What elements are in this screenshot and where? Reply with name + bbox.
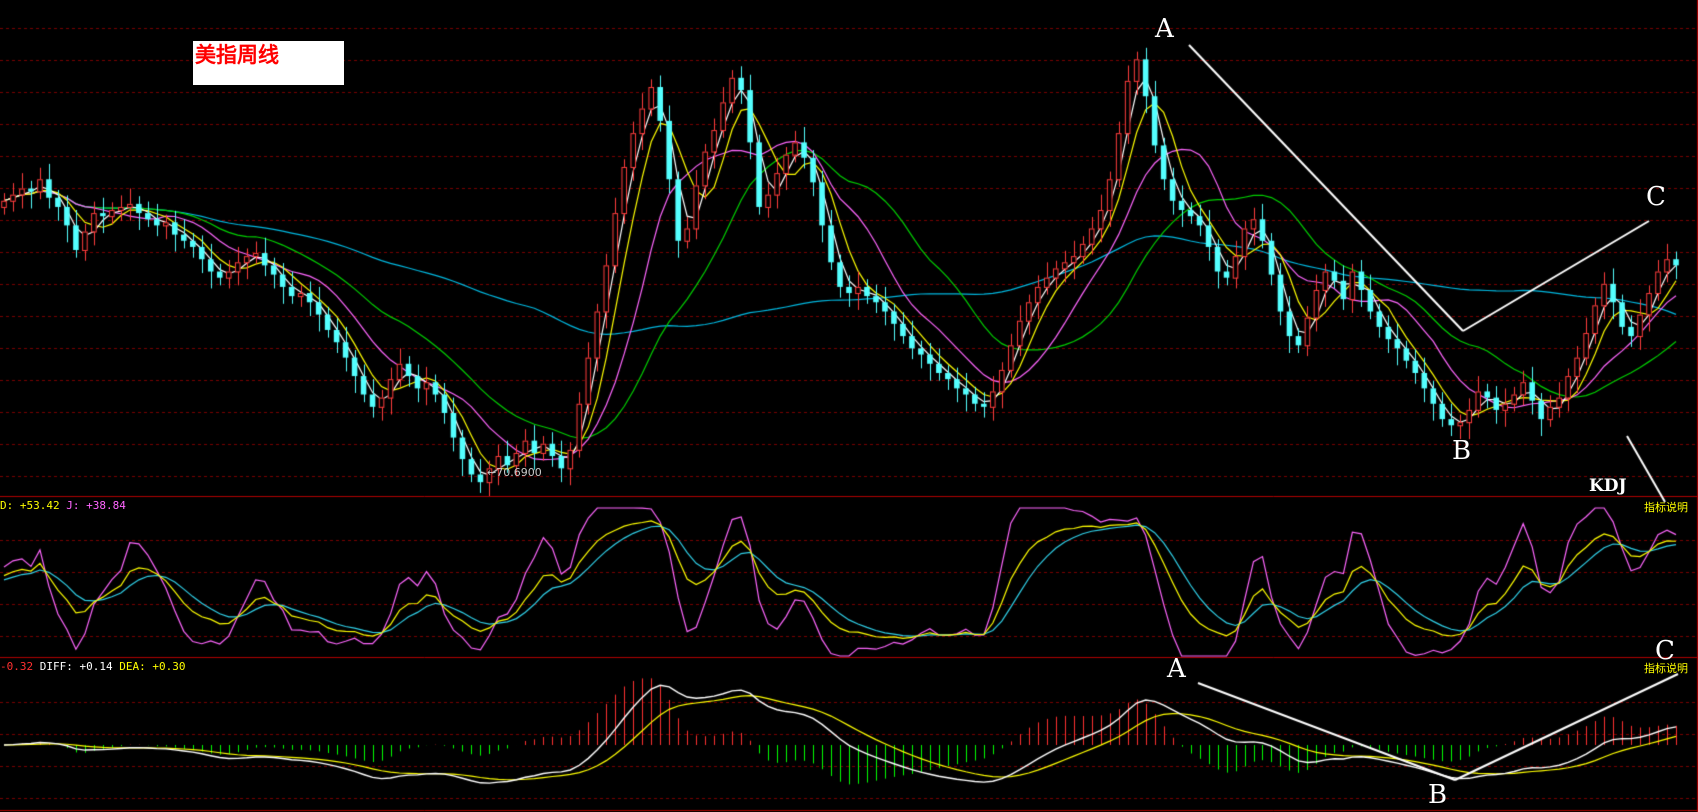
- macd-diff-value: DIFF: +0.14: [39, 660, 113, 673]
- macd-point-c-label: C: [1655, 636, 1675, 666]
- macd-readout: -0.32 DIFF: +0.14 DEA: +0.30: [0, 660, 185, 673]
- kdj-name-label: KDJ: [1589, 476, 1627, 496]
- macd-point-a-label: A: [1167, 654, 1186, 684]
- kdj-d-value: D: +53.42: [0, 499, 60, 512]
- price-point-c-label: C: [1646, 182, 1666, 212]
- kdj-j-value: J: +38.84: [66, 499, 126, 512]
- min-price-label: ←70.6900: [487, 466, 542, 479]
- chart-title: 美指周线: [193, 41, 344, 85]
- stock-chart-canvas[interactable]: [0, 0, 1698, 812]
- macd-value: -0.32: [0, 660, 34, 673]
- kdj-help-button[interactable]: 指标说明: [1644, 499, 1688, 515]
- price-point-a-label: A: [1155, 14, 1174, 44]
- kdj-readout: D: +53.42 J: +38.84: [0, 499, 126, 512]
- price-point-b-label: B: [1452, 436, 1472, 466]
- macd-dea-value: DEA: +0.30: [119, 660, 186, 673]
- macd-point-b-label: B: [1428, 780, 1448, 810]
